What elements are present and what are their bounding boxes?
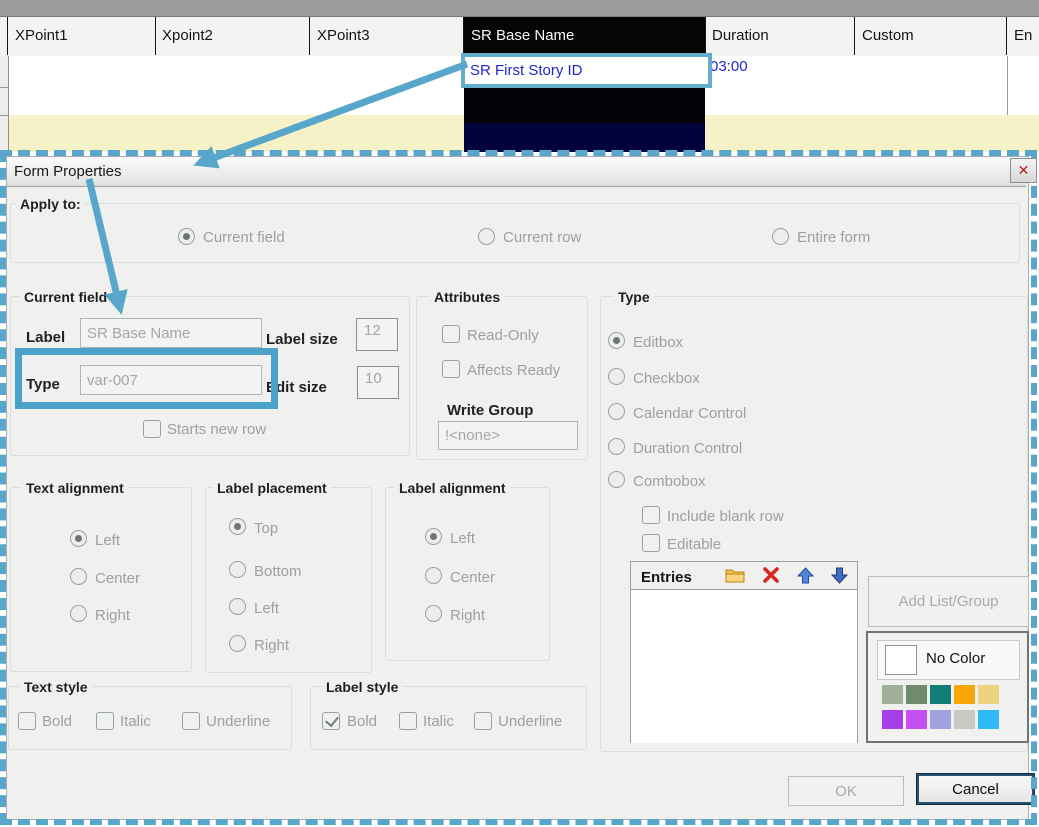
screen: XPoint1 Xpoint2 XPoint3 SR Base Name Dur… [0,0,1039,827]
column-header-custom[interactable]: Custom [855,17,1007,55]
window-top-strip [0,0,1039,16]
column-header-end[interactable]: En [1007,17,1039,55]
callout-dashed-frame [0,150,1037,825]
row-selector-gutter[interactable] [0,56,9,152]
duration-cell[interactable]: 03:00 [710,58,748,75]
column-divider [1007,56,1008,115]
column-header-duration[interactable]: Duration [705,17,855,55]
active-cell-sr-first-story-id[interactable]: SR First Story ID [461,53,712,88]
gutter-separator [0,115,8,116]
column-header-xpoint2[interactable]: Xpoint2 [155,17,310,55]
row-selector-header[interactable] [0,17,8,55]
sr-column-selected-block-row[interactable] [464,123,705,152]
column-header-sr-base-name[interactable]: SR Base Name [464,17,706,55]
gutter-separator [0,87,8,88]
close-icon[interactable]: ✕ [1010,158,1037,183]
column-header-xpoint3[interactable]: XPoint3 [310,17,464,55]
column-header-xpoint1[interactable]: XPoint1 [8,17,156,55]
